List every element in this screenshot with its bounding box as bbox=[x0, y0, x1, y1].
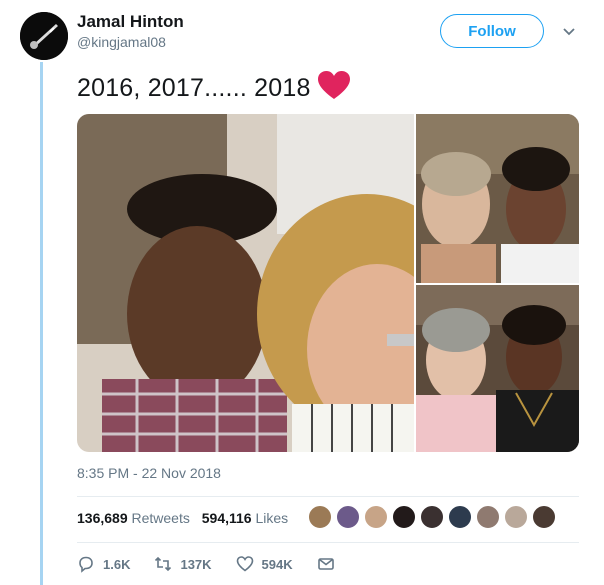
envelope-icon bbox=[317, 558, 334, 570]
avatar[interactable] bbox=[20, 12, 68, 60]
tweet-text: 2016, 2017...... 2018 bbox=[77, 74, 311, 102]
chevron-down-icon[interactable] bbox=[563, 27, 575, 37]
likes-count: 594,116 bbox=[201, 510, 252, 526]
author-handle[interactable]: @kingjamal08 bbox=[77, 34, 166, 50]
liker-avatar[interactable] bbox=[504, 505, 528, 529]
retweet-button[interactable]: 137K bbox=[154, 555, 212, 573]
liker-avatar[interactable] bbox=[364, 505, 388, 529]
likes-label: Likes bbox=[255, 510, 289, 526]
liker-avatar[interactable] bbox=[532, 505, 556, 529]
photo-top-right[interactable] bbox=[416, 114, 579, 283]
tweet-actions: 1.6K 137K 594K bbox=[77, 554, 367, 574]
liker-avatar[interactable] bbox=[476, 505, 500, 529]
photo-main[interactable] bbox=[77, 114, 414, 452]
retweets-count: 136,689 bbox=[77, 510, 128, 526]
divider bbox=[77, 496, 579, 497]
liker-avatar[interactable] bbox=[336, 505, 360, 529]
photo-bottom-right-image bbox=[416, 285, 579, 452]
tweet-timestamp[interactable]: 8:35 PM - 22 Nov 2018 bbox=[77, 465, 221, 481]
reply-count: 1.6K bbox=[103, 556, 131, 572]
media-grid[interactable] bbox=[77, 114, 579, 452]
author-name[interactable]: Jamal Hinton bbox=[77, 12, 184, 32]
liker-avatar[interactable] bbox=[420, 505, 444, 529]
like-button[interactable]: 594K bbox=[236, 555, 293, 573]
photo-main-image bbox=[77, 114, 414, 452]
reply-button[interactable]: 1.6K bbox=[77, 555, 130, 573]
retweet-icon bbox=[155, 556, 172, 572]
retweet-count: 137K bbox=[180, 556, 212, 572]
liker-avatars bbox=[308, 505, 560, 529]
heart-icon bbox=[236, 556, 253, 572]
avatar-image bbox=[20, 12, 68, 60]
retweets-label: Retweets bbox=[131, 510, 190, 526]
photo-bottom-right[interactable] bbox=[416, 285, 579, 452]
thread-line bbox=[40, 62, 43, 585]
retweets-stat[interactable]: 136,689 Retweets bbox=[77, 510, 190, 526]
like-count: 594K bbox=[261, 556, 293, 572]
heart-emoji-icon bbox=[317, 71, 350, 99]
divider bbox=[77, 542, 579, 543]
liker-avatar[interactable] bbox=[392, 505, 416, 529]
liker-avatar[interactable] bbox=[448, 505, 472, 529]
follow-button[interactable]: Follow bbox=[440, 14, 544, 48]
likes-stat[interactable]: 594,116 Likes bbox=[202, 510, 288, 526]
direct-message-button[interactable] bbox=[317, 555, 343, 573]
reply-icon bbox=[79, 556, 93, 573]
tweet-text-container: 2016, 2017...... 2018 bbox=[77, 70, 351, 103]
tweet-stats: 136,689 Retweets 594,116 Likes bbox=[77, 510, 296, 526]
liker-avatar[interactable] bbox=[308, 505, 332, 529]
photo-top-right-image bbox=[416, 114, 579, 283]
